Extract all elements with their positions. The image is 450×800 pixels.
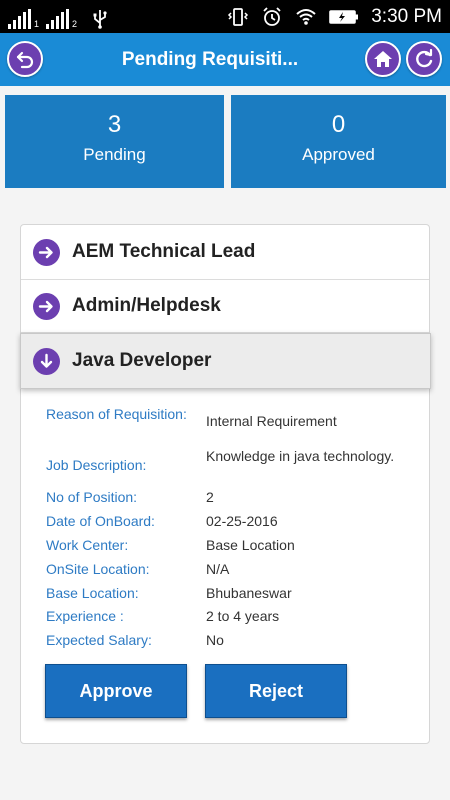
detail-value: Base Location xyxy=(206,537,295,553)
pending-label: Pending xyxy=(83,145,146,164)
detail-label: Work Center: xyxy=(46,537,129,553)
detail-value: Knowledge in java technology. xyxy=(206,448,395,464)
status-bar-left: 1 2 xyxy=(8,5,108,29)
clock: 3:30 PM xyxy=(371,5,442,27)
requisition-title: Java Developer xyxy=(72,350,212,371)
detail-label: Reason of Requisition: xyxy=(46,406,187,422)
arrow-down-circle-icon xyxy=(33,347,60,375)
approved-count: 0 xyxy=(331,111,346,138)
refresh-button[interactable] xyxy=(406,41,442,77)
detail-label: Date of OnBoard: xyxy=(46,513,155,529)
pending-tile[interactable]: 3 Pending xyxy=(5,95,224,188)
requisition-title: Admin/Helpdesk xyxy=(72,295,221,316)
battery-icon xyxy=(329,9,359,24)
status-bar-right: 3:30 PM xyxy=(227,0,442,33)
usb-icon xyxy=(93,10,107,29)
approve-button[interactable]: Approve xyxy=(45,664,187,718)
sim2-label: 2 xyxy=(72,19,78,29)
detail-label: Experience : xyxy=(46,608,124,624)
home-button[interactable] xyxy=(365,41,401,77)
approved-label: Approved xyxy=(302,145,375,164)
approved-tile[interactable]: 0 Approved xyxy=(231,95,446,188)
detail-label: Job Description: xyxy=(46,457,147,473)
arrow-right-circle-icon xyxy=(33,292,60,320)
wifi-icon xyxy=(296,8,316,25)
signal-icon-sim2 xyxy=(46,9,70,29)
arrow-right-circle-icon xyxy=(33,238,60,266)
status-bar: 1 2 3:30 PM xyxy=(0,0,450,33)
requisition-title: AEM Technical Lead xyxy=(72,241,256,262)
requisition-item-admin-helpdesk[interactable]: Admin/Helpdesk xyxy=(21,280,429,333)
detail-value: Bhubaneswar xyxy=(206,585,292,601)
detail-label: Expected Salary: xyxy=(46,632,152,648)
sim1-label: 1 xyxy=(34,19,40,29)
requisition-item-java-developer[interactable]: Java Developer xyxy=(20,333,431,389)
vibrate-icon xyxy=(228,7,249,26)
app-bar: Pending Requisiti... xyxy=(0,33,450,86)
home-icon xyxy=(374,51,392,67)
detail-value: 2 xyxy=(206,489,214,505)
back-arrow-icon xyxy=(16,51,34,69)
reject-button[interactable]: Reject xyxy=(205,664,347,718)
detail-value: Internal Requirement xyxy=(206,413,337,429)
refresh-icon xyxy=(416,48,433,68)
detail-label: OnSite Location: xyxy=(46,561,150,577)
page-title: Pending Requisiti... xyxy=(121,49,299,70)
alarm-icon xyxy=(263,6,281,26)
detail-value: No xyxy=(206,632,224,648)
back-button[interactable] xyxy=(7,41,43,77)
detail-value: 2 to 4 years xyxy=(206,608,280,624)
requisition-item-aem-technical-lead[interactable]: AEM Technical Lead xyxy=(21,225,429,280)
requisition-list: AEM Technical Lead Admin/Helpdesk Java D… xyxy=(20,224,431,744)
pending-count: 3 xyxy=(107,111,122,138)
detail-value: N/A xyxy=(206,561,230,577)
detail-value: 02-25-2016 xyxy=(206,513,278,529)
detail-label: No of Position: xyxy=(46,489,138,505)
detail-label: Base Location: xyxy=(46,585,139,601)
signal-icon-sim1 xyxy=(8,9,31,29)
